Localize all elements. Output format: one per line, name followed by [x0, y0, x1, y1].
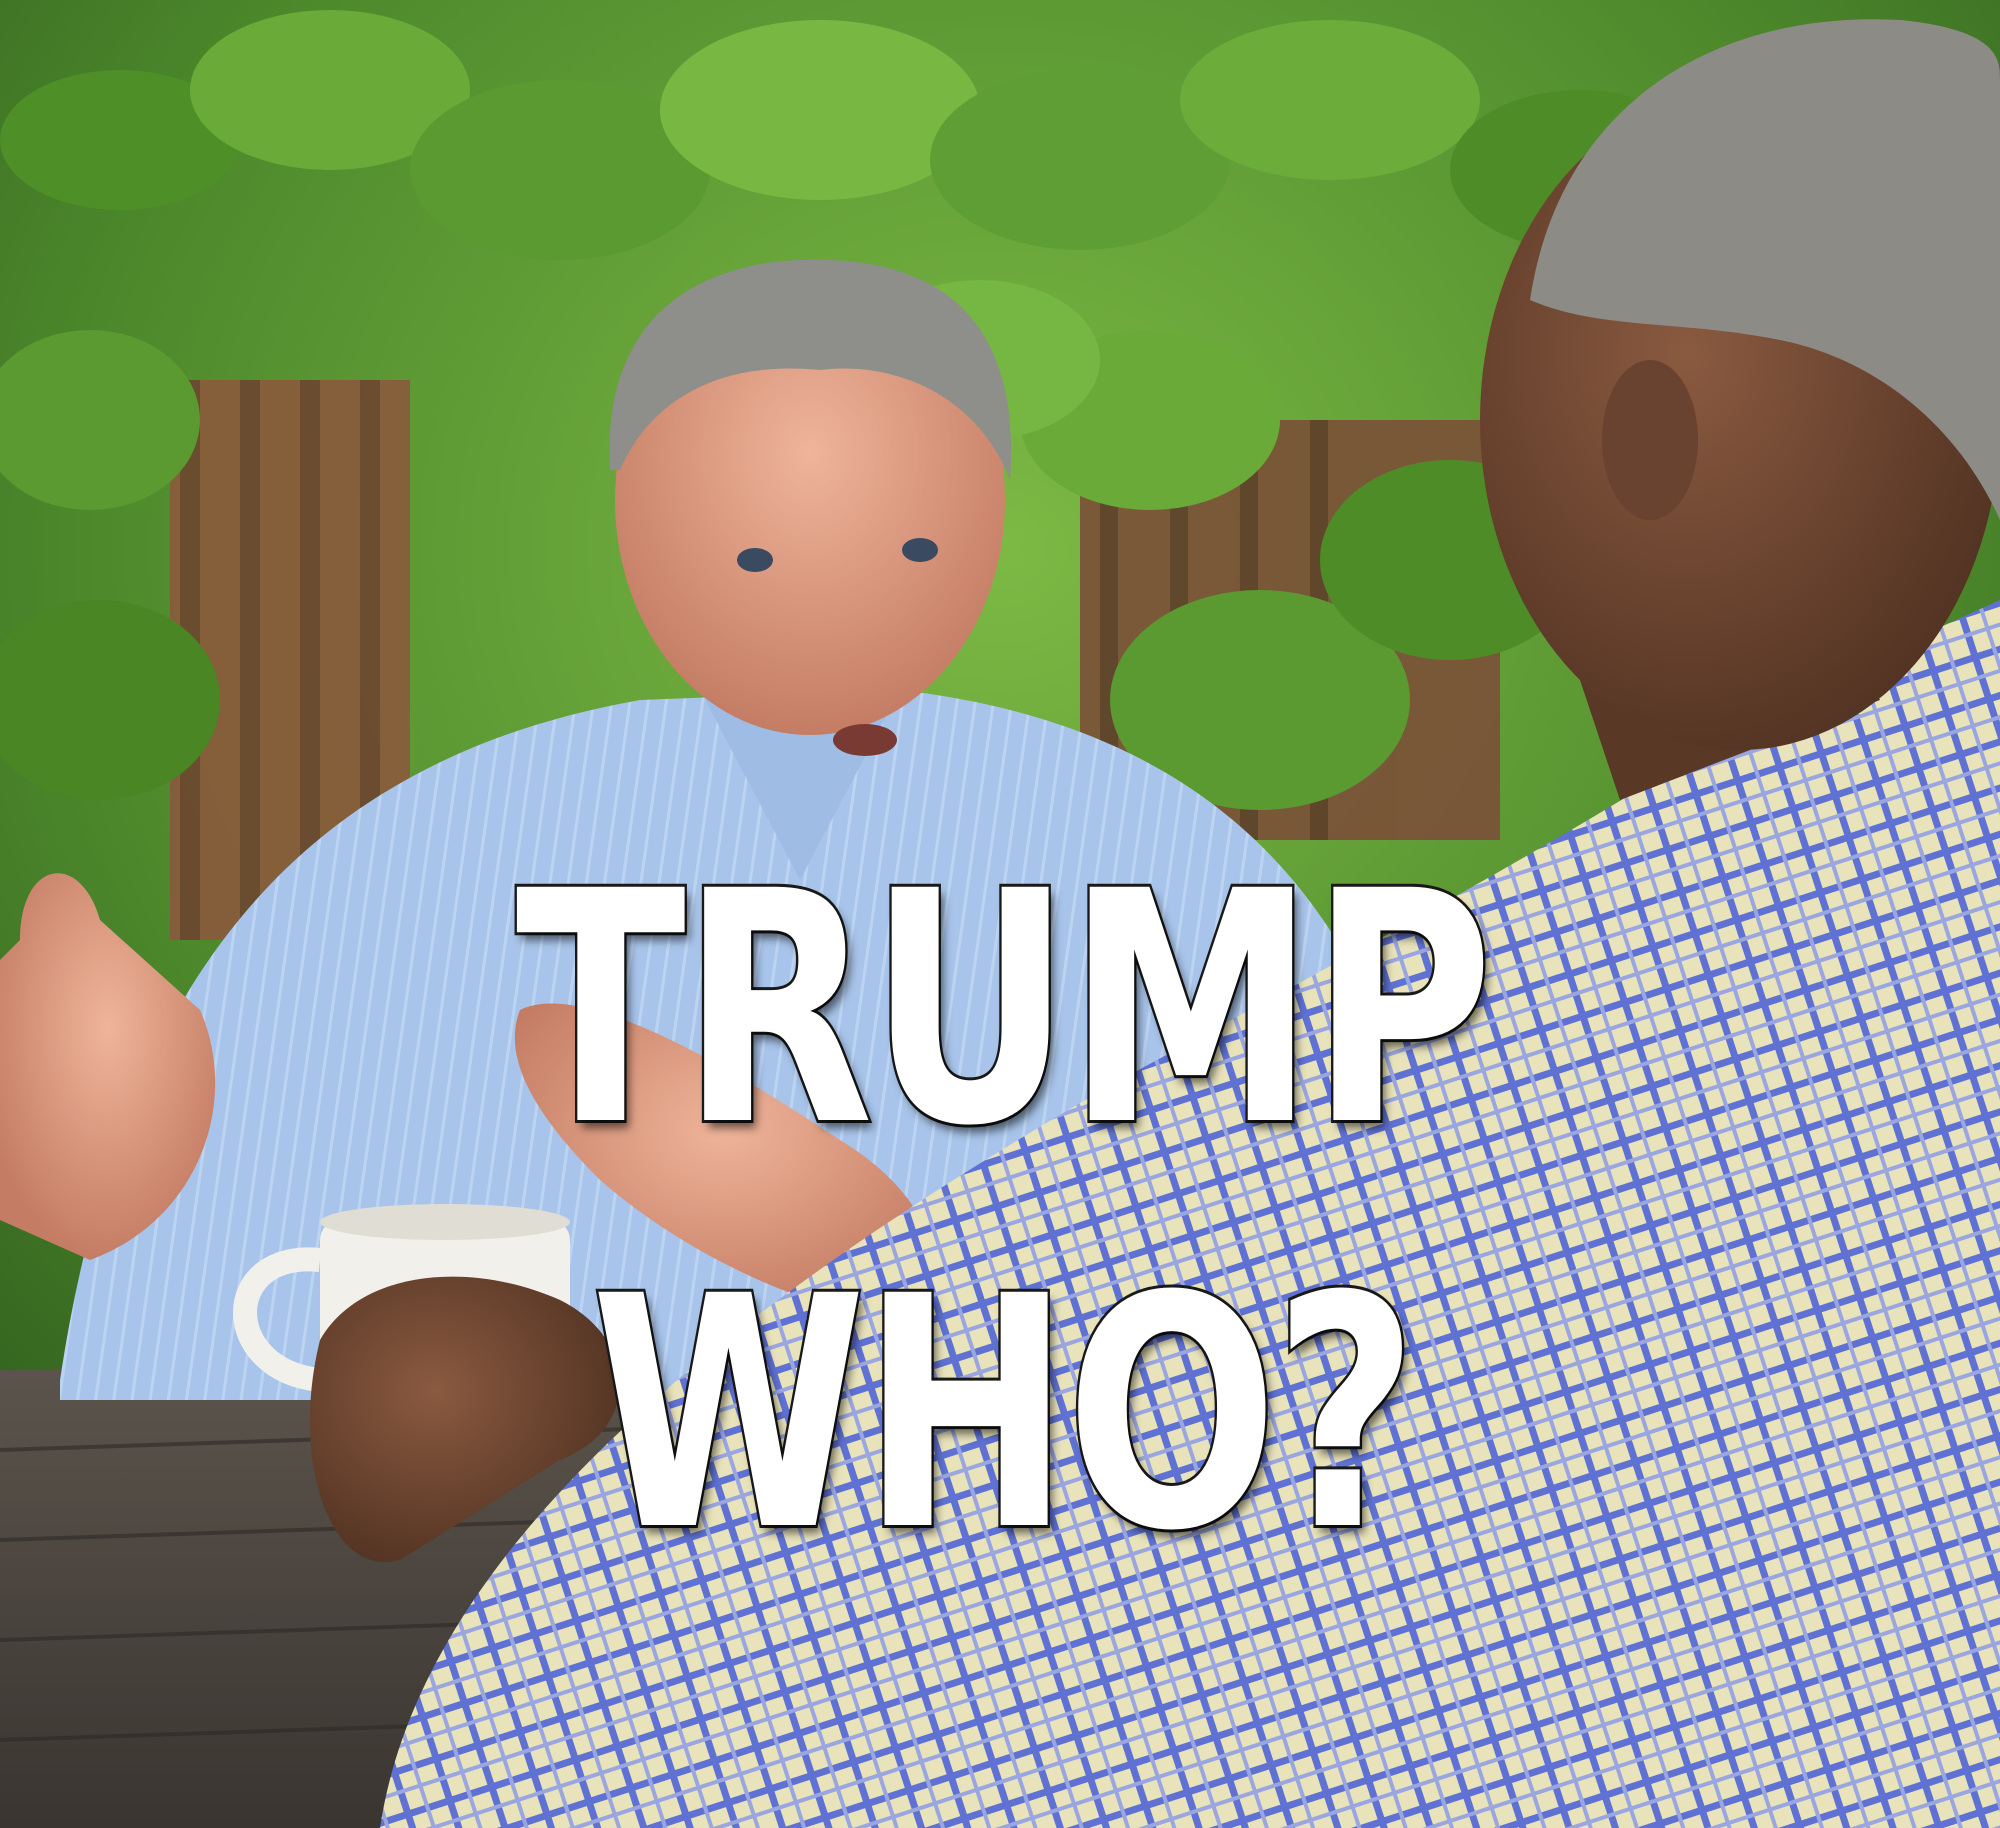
meme-caption-bottom: WHO? [589, 1229, 1421, 1601]
meme-image: TRUMP WHO? [0, 0, 2000, 1828]
meme-caption-top: TRUMP [513, 824, 1495, 1196]
